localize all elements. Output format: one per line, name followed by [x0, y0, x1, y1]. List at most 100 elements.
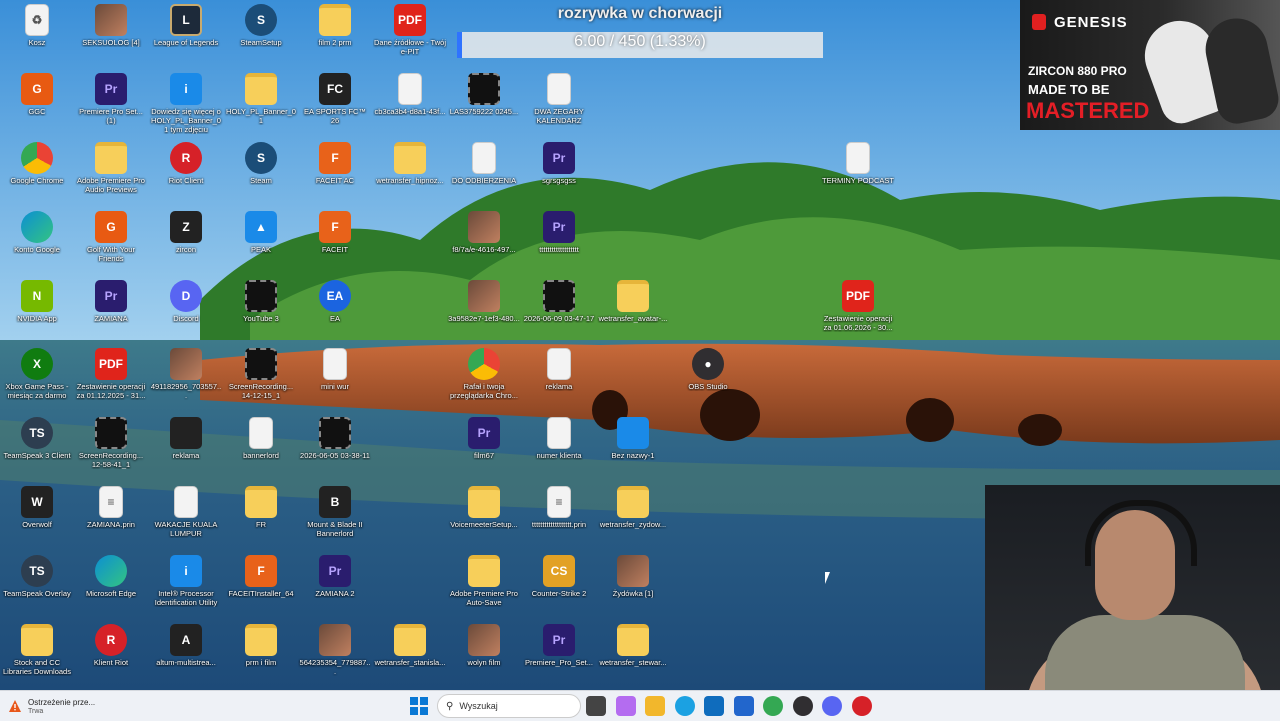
- desktop-icon[interactable]: Bez nazwy-1: [596, 413, 670, 477]
- desktop-icon[interactable]: i Dowiedz się więcej o HOLY_PL_Banner_01 …: [149, 69, 223, 134]
- desktop-icon[interactable]: wetransfer_stewar...: [596, 620, 670, 684]
- outlook-icon[interactable]: [704, 696, 724, 716]
- desktop-icon[interactable]: 2026-06-05 03-38-11: [298, 413, 372, 477]
- obs-icon[interactable]: [792, 696, 813, 716]
- desktop-icon[interactable]: wetransfer_avatar-...: [596, 276, 670, 340]
- desktop-icon-label: Mount & Blade II Bannerlord: [307, 520, 363, 538]
- desktop-icon[interactable]: reklama: [522, 344, 596, 408]
- desktop-icon[interactable]: 3a9582e7-1ef3-480...: [447, 276, 521, 340]
- desktop-icon[interactable]: DO ODBIERZENIA: [447, 138, 521, 202]
- task-view-icon[interactable]: [586, 696, 606, 716]
- desktop-icon[interactable]: PDF Zestawienie operacji za 01.06.2026 - …: [821, 276, 895, 340]
- desktop-icon[interactable]: CS Counter-Strike 2: [522, 551, 596, 615]
- desktop-icon[interactable]: ▲ PEAK: [224, 207, 298, 271]
- desktop-icon[interactable]: 491182956_703557...: [149, 344, 223, 408]
- desktop-icon[interactable]: Adobe Premiere Pro Auto-Save: [447, 551, 521, 615]
- desktop-icon[interactable]: i Intel® Processor Identification Utility: [149, 551, 223, 615]
- desktop-icon[interactable]: Microsoft Edge: [74, 551, 148, 615]
- desktop-icon[interactable]: Stock and CC Libraries Downloads: [0, 620, 74, 684]
- desktop-icon[interactable]: ScreenRecording... 12-58-41_1: [74, 413, 148, 477]
- edge-icon[interactable]: [674, 696, 695, 716]
- desktop-icon[interactable]: Pr Premiere_Pro_Set...: [522, 620, 596, 684]
- desktop-icon[interactable]: S Steam: [224, 138, 298, 202]
- desktop-icon[interactable]: Adobe Premiere Pro Audio Previews: [74, 138, 148, 202]
- discord-icon[interactable]: [822, 696, 842, 716]
- desktop-icon[interactable]: WAKACJE KUALA LUMPUR: [149, 482, 223, 546]
- desktop-icon[interactable]: wetransfer_zydow...: [596, 482, 670, 546]
- taskbar-search[interactable]: ⚲ Wyszukaj: [437, 694, 581, 718]
- desktop-icon[interactable]: TERMINY PODCAST: [821, 138, 895, 202]
- desktop-icon[interactable]: S SteamSetup: [224, 0, 298, 64]
- desktop-icon[interactable]: ≡ ttttttttttttttttttt.prin: [522, 482, 596, 546]
- desktop-icon[interactable]: G GGC: [0, 69, 74, 133]
- desktop-icon[interactable]: TS TeamSpeak 3 Client: [0, 413, 74, 477]
- desktop-icon[interactable]: X Xbox Game Pass - miesiąc za darmo: [0, 344, 74, 408]
- start-button[interactable]: [410, 697, 428, 715]
- desktop-icon[interactable]: L League of Legends: [149, 0, 223, 64]
- desktop-icon[interactable]: Google Chrome: [0, 138, 74, 202]
- desktop-icon[interactable]: Pr ttttttttttttttttttt: [522, 207, 596, 271]
- desktop-icon[interactable]: ScreenRecording... 14-12-15_1: [224, 344, 298, 408]
- desktop-icon-label: Żydówka [1]: [612, 589, 654, 598]
- desktop-icon[interactable]: Pr ZAMIANA 2: [298, 551, 372, 615]
- desktop-icon[interactable]: Pr sgrsgsgss: [522, 138, 596, 202]
- desktop-icon[interactable]: B Mount & Blade II Bannerlord: [298, 482, 372, 546]
- microsoft-store-icon[interactable]: [733, 696, 754, 716]
- desktop-icon[interactable]: W Overwolf: [0, 482, 74, 546]
- notification-widget[interactable]: Ostrzeżenie prze... Trwa: [8, 694, 95, 718]
- desktop-icon[interactable]: R Riot Client: [149, 138, 223, 202]
- desktop-icon[interactable]: film 2 prm: [298, 0, 372, 64]
- desktop-icon[interactable]: 564235354_779887...: [298, 620, 372, 684]
- desktop-icon[interactable]: SEKSUOLOG [4]: [74, 0, 148, 64]
- desktop-icon[interactable]: f8/7a/e-4616-497...: [447, 207, 521, 271]
- file-explorer-icon[interactable]: [645, 696, 665, 716]
- desktop-icon[interactable]: EA EA: [298, 276, 372, 340]
- desktop-icon[interactable]: wolyn film: [447, 620, 521, 684]
- folder-icon: [21, 624, 53, 656]
- desktop-icon[interactable]: 2026-06-09 03-47-17: [522, 276, 596, 340]
- desktop-icon[interactable]: N NVIDIA App: [0, 276, 74, 340]
- desktop-icon[interactable]: PDF Dane źródłowe - Twój e-PIT: [373, 0, 447, 64]
- desktop-icon[interactable]: F FACEITInstaller_64: [224, 551, 298, 615]
- desktop-icon[interactable]: FC EA SPORTS FC™ 26: [298, 69, 372, 133]
- desktop-icon[interactable]: Żydówka [1]: [596, 551, 670, 615]
- desktop-icon[interactable]: cb3ca3b4-d8a1-43f...: [373, 69, 447, 133]
- desktop-icon[interactable]: D Discord: [149, 276, 223, 340]
- desktop-icon[interactable]: LAS3759222 0245...: [447, 69, 521, 133]
- desktop-icon[interactable]: DWA ZEGARY KALENDARZ: [522, 69, 596, 133]
- desktop-icon[interactable]: Aaltum-multistrea...: [149, 620, 223, 684]
- copilot-icon[interactable]: [615, 696, 636, 716]
- desktop-icon[interactable]: Pr ZAMIANA: [74, 276, 148, 340]
- document-icon: ≡: [99, 486, 123, 518]
- desktop-icon[interactable]: F FACEIT: [298, 207, 372, 271]
- desktop-icon[interactable]: ≡ ZAMIANA.prin: [74, 482, 148, 546]
- desktop-icon[interactable]: reklama: [149, 413, 223, 477]
- desktop-icon[interactable]: Pr film67: [447, 413, 521, 477]
- desktop-icon[interactable]: wetransfer_stanisla...: [373, 620, 447, 684]
- desktop-icon[interactable]: numer klienta: [522, 413, 596, 477]
- desktop-icon[interactable]: Konto Google: [0, 207, 74, 271]
- desktop-icon-label: f8/7a/e-4616-497...: [452, 245, 516, 254]
- desktop-icon[interactable]: FR: [224, 482, 298, 546]
- desktop-icon[interactable]: Zzircon: [149, 207, 223, 271]
- desktop-icon[interactable]: Pr Premiere Pro Set... (1): [74, 69, 148, 133]
- riot-icon[interactable]: [851, 696, 872, 716]
- desktop-icon[interactable]: HOLY_PL_Banner_01: [224, 69, 298, 133]
- desktop-icon[interactable]: ● OBS Studio: [671, 344, 745, 408]
- desktop-icon[interactable]: F FACEIT AC: [298, 138, 372, 202]
- desktop-icon[interactable]: PDF Zestawienie operacji za 01.12.2025 - …: [74, 344, 148, 408]
- desktop-icon[interactable]: prm i film: [224, 620, 298, 684]
- image-file-icon: [468, 280, 500, 312]
- folder-icon: [617, 486, 649, 518]
- desktop-icon[interactable]: Rafał i twoja przeglądarka Chro...: [447, 344, 521, 408]
- desktop-icon[interactable]: YouTube 3: [224, 276, 298, 340]
- desktop-icon[interactable]: ♻ Kosz: [0, 0, 74, 64]
- desktop-icon[interactable]: bannerlord: [224, 413, 298, 477]
- desktop-icon[interactable]: mini wur: [298, 344, 372, 408]
- chrome-icon[interactable]: [763, 696, 783, 716]
- desktop-icon[interactable]: VoicemeeterSetup...: [447, 482, 521, 546]
- desktop-icon[interactable]: R Klient Riot: [74, 620, 148, 684]
- desktop-icon[interactable]: TS TeamSpeak Overlay: [0, 551, 74, 615]
- desktop-icon[interactable]: wetransfer_hipnoz...: [373, 138, 447, 202]
- desktop-icon[interactable]: G Golf With Your Friends: [74, 207, 148, 271]
